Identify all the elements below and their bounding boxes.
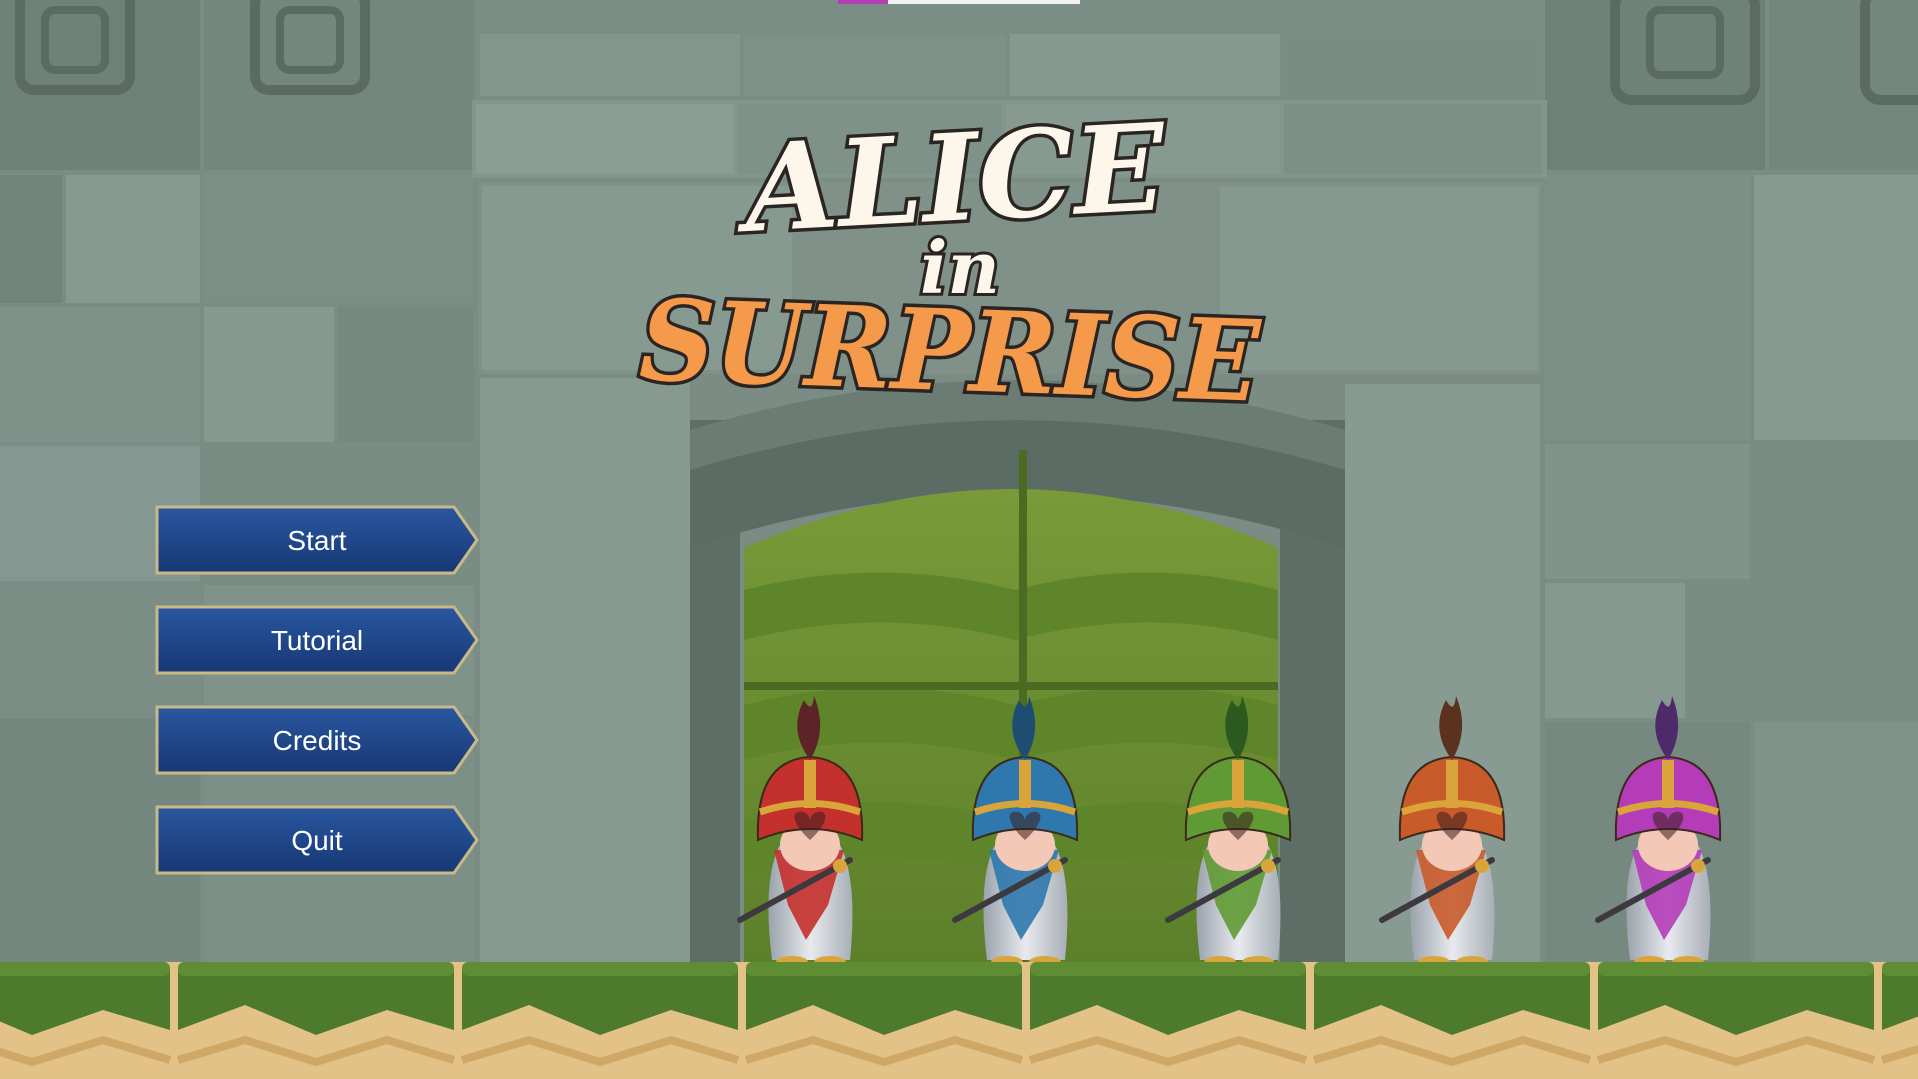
quit-button-label: Quit [291,825,343,856]
tutorial-button-label: Tutorial [271,625,363,656]
ground [0,962,1918,1079]
tutorial-button[interactable]: Tutorial [155,605,479,675]
title-line-surprise: SURPRISE [638,275,1264,428]
credits-button-label: Credits [273,725,362,756]
quit-button[interactable]: Quit [155,805,479,875]
credits-button[interactable]: Credits [155,705,479,775]
start-button-label: Start [287,525,346,556]
title-screen: ALICE in SURPRISE Start Tutorial Credits… [0,0,1918,1079]
start-button[interactable]: Start [155,505,479,575]
